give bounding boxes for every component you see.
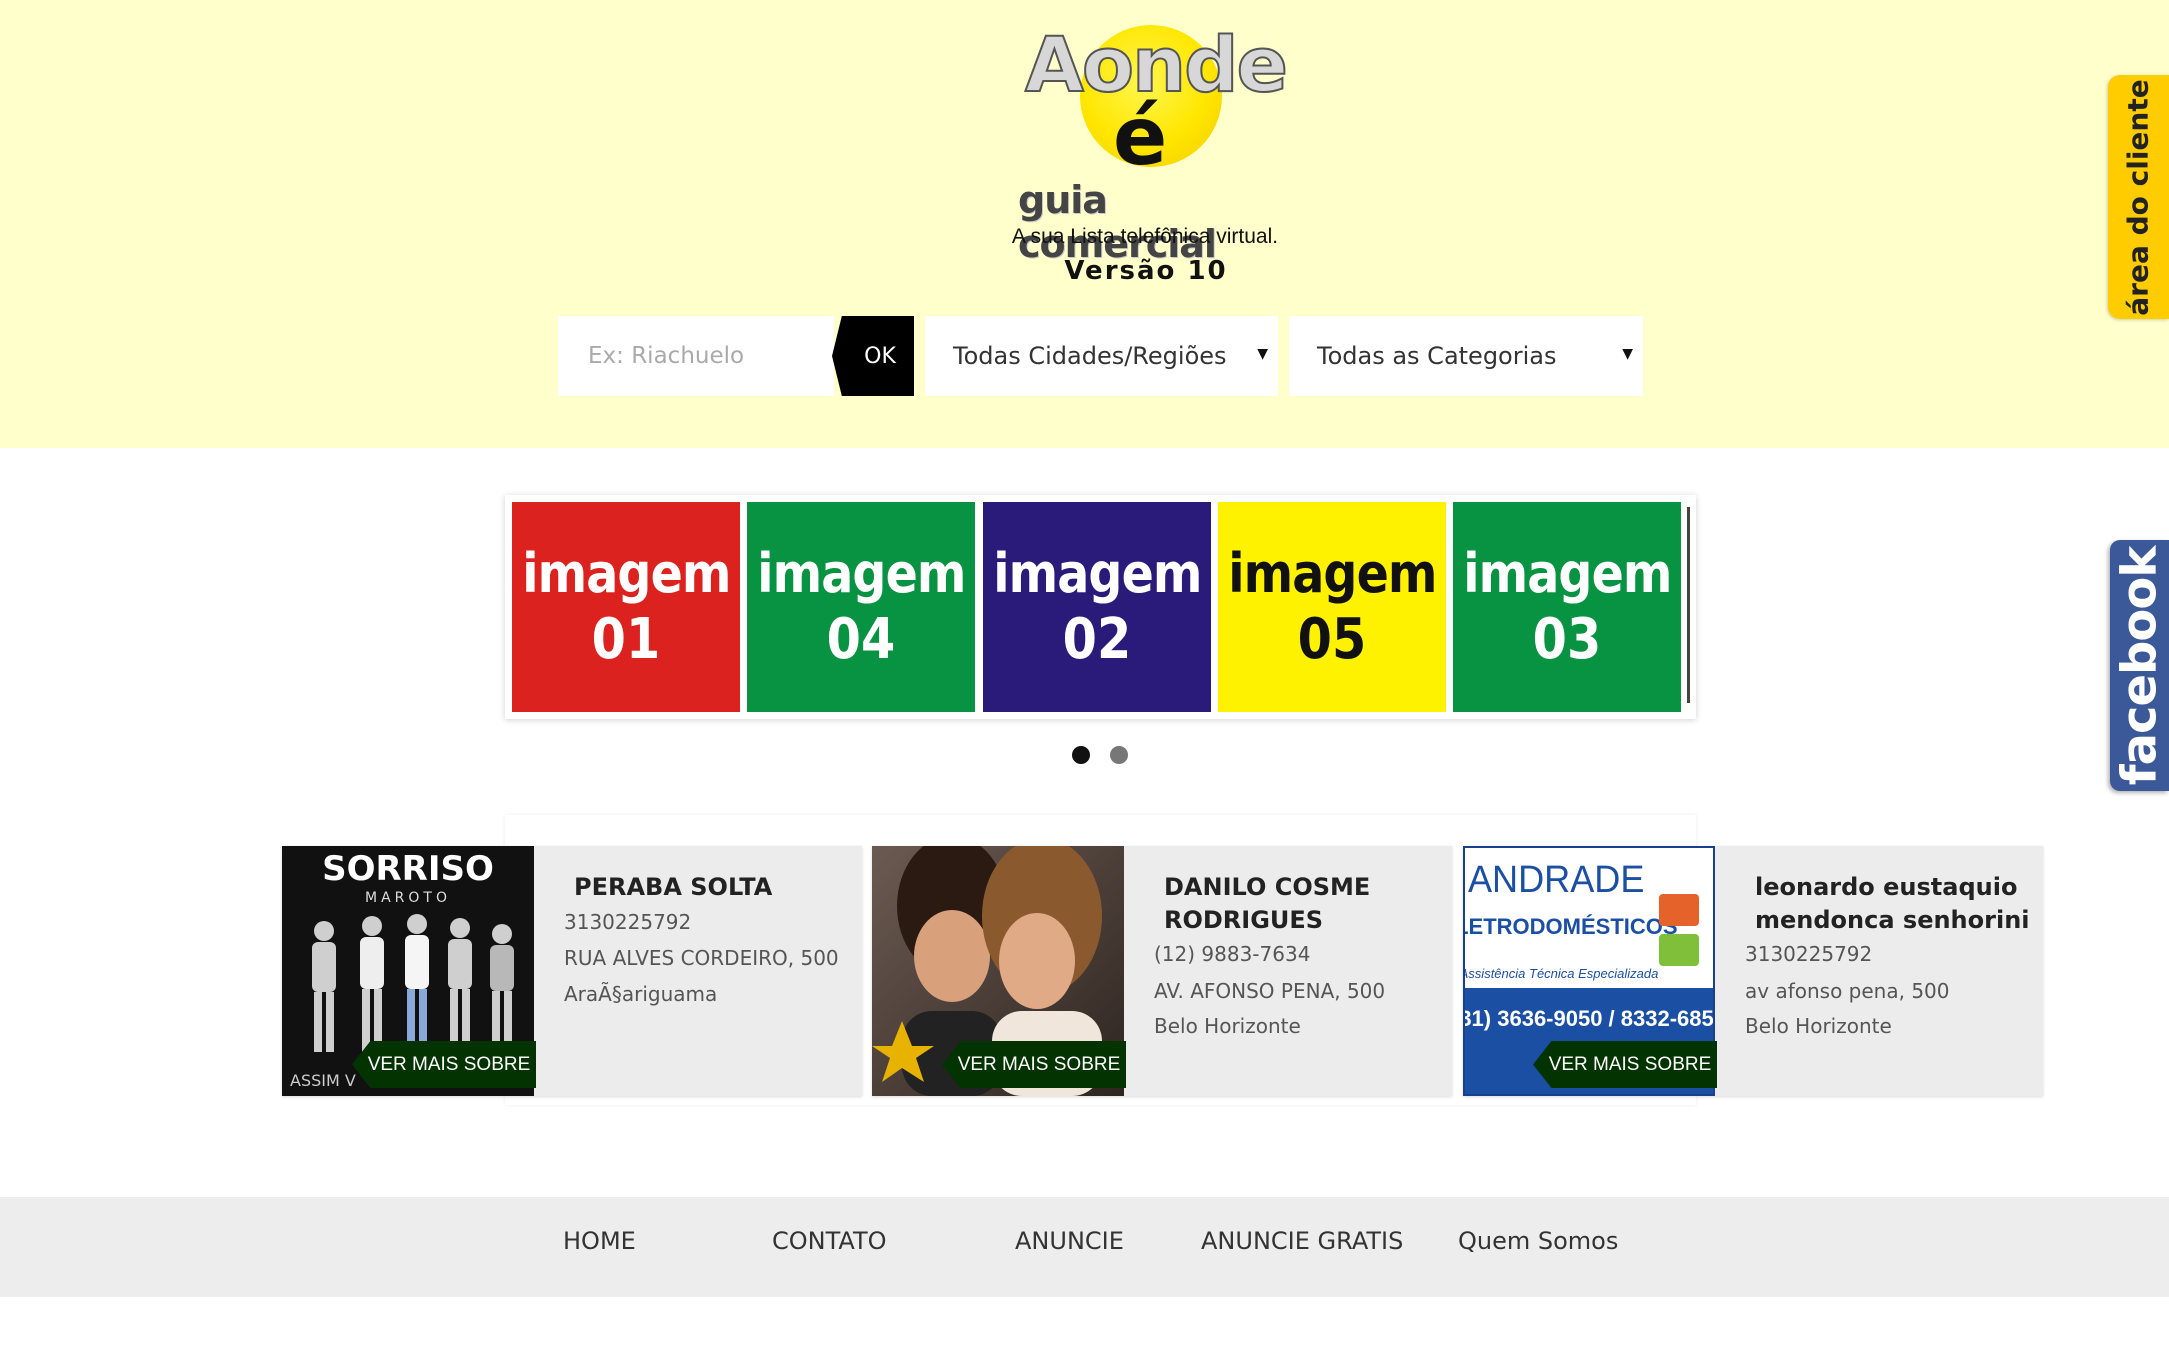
image-caption: Assistência Técnica Especializada — [1465, 966, 1658, 981]
listing-phone: 3130225792 — [564, 910, 692, 934]
logo-subtitle: guia comercial — [1018, 178, 1217, 266]
listing-address: av afonso pena, 500 — [1745, 979, 1950, 1003]
carousel-dot-2[interactable] — [1110, 746, 1128, 764]
logo-accent: é — [1113, 90, 1168, 183]
image-subtitle: ELETRODOMÉSTICOS — [1465, 914, 1678, 939]
tile-number: 02 — [1062, 607, 1132, 672]
tile-number: 03 — [1532, 607, 1602, 672]
carousel-tile-05[interactable]: imagem 05 — [1218, 502, 1446, 712]
tile-number: 04 — [826, 607, 896, 672]
listing-address: RUA ALVES CORDEIRO, 500 — [564, 946, 839, 970]
image-subtitle: MAROTO — [365, 890, 451, 906]
category-select[interactable]: Todas as Categorias ▼ — [1289, 316, 1643, 396]
listing-name[interactable]: PERABA SOLTA — [574, 871, 854, 904]
nav-contato[interactable]: CONTATO — [772, 1227, 887, 1255]
image-phone: (31) 3636-9050 / 8332-6852 — [1465, 1006, 1713, 1031]
carousel-tile-01[interactable]: imagem 01 — [512, 502, 740, 712]
search-ok-button[interactable]: OK — [832, 316, 914, 396]
header: Aonde é guia comercial A sua Lista telef… — [0, 0, 2169, 448]
search-ok-label: OK — [864, 343, 896, 369]
city-select-value: Todas Cidades/Regiões — [953, 342, 1227, 370]
tile-label: imagem — [756, 542, 966, 605]
listing-name[interactable]: DANILO COSME RODRIGUES — [1164, 871, 1444, 937]
carousel-scrollbar[interactable] — [1687, 507, 1690, 703]
image-caption: ASSIM V — [290, 1071, 356, 1090]
facebook-tab[interactable]: facebook — [2110, 540, 2169, 791]
nav-quem-somos[interactable]: Quem Somos — [1458, 1227, 1618, 1255]
listing-phone: (12) 9883-7634 — [1154, 942, 1311, 966]
ver-mais-button[interactable]: VER MAIS SOBRE — [352, 1041, 536, 1088]
listing-city: Belo Horizonte — [1745, 1014, 1892, 1038]
version-label: Versão 10 — [1064, 256, 1228, 286]
carousel-tile-03[interactable]: imagem 03 — [1453, 502, 1681, 712]
carousel-pagination — [1072, 746, 1128, 764]
carousel-tile-04[interactable]: imagem 04 — [747, 502, 975, 712]
client-area-tab[interactable]: área do cliente — [2108, 75, 2169, 319]
listing-phone: 3130225792 — [1745, 942, 1873, 966]
nav-home[interactable]: HOME — [563, 1227, 636, 1255]
listing-card[interactable]: ANDRADE ELETRODOMÉSTICOS Assistência Téc… — [1463, 846, 2043, 1096]
tile-label: imagem — [521, 542, 731, 605]
site-logo[interactable]: Aonde é guia comercial — [1010, 19, 1290, 266]
search-input[interactable] — [558, 316, 834, 396]
category-select-value: Todas as Categorias — [1317, 342, 1557, 370]
tile-number: 05 — [1297, 607, 1367, 672]
listing-card[interactable]: SORRISO MAROTO ASSIM V VER MAIS SOBRE PE… — [282, 846, 862, 1096]
listing-address: AV. AFONSO PENA, 500 — [1154, 979, 1386, 1003]
facebook-label: facebook — [2111, 546, 2168, 785]
ver-mais-button[interactable]: VER MAIS SOBRE — [1533, 1041, 1717, 1088]
listing-city: AraÃ§ariguama — [564, 982, 718, 1006]
ver-mais-button[interactable]: VER MAIS SOBRE — [942, 1041, 1126, 1088]
listing-card[interactable]: VER MAIS SOBRE DANILO COSME RODRIGUES (1… — [872, 846, 1452, 1096]
tile-label: imagem — [1227, 542, 1437, 605]
nav-anuncie-gratis[interactable]: ANUNCIE GRATIS — [1201, 1227, 1403, 1255]
image-carousel: imagem 01 imagem 04 imagem 02 imagem 05 … — [505, 495, 1696, 719]
tile-number: 01 — [591, 607, 661, 672]
tile-label: imagem — [1462, 542, 1672, 605]
tile-label: imagem — [992, 542, 1202, 605]
chevron-down-icon: ▼ — [1257, 346, 1268, 362]
image-title: ANDRADE — [1468, 857, 1644, 900]
listing-city: Belo Horizonte — [1154, 1014, 1301, 1038]
client-area-label: área do cliente — [2122, 78, 2155, 316]
listing-name[interactable]: leonardo eustaquio mendonca senhorini — [1755, 871, 2035, 937]
nav-anuncie[interactable]: ANUNCIE — [1015, 1227, 1124, 1255]
city-select[interactable]: Todas Cidades/Regiões ▼ — [925, 316, 1278, 396]
tagline: A sua Lista telefônica virtual. — [1011, 225, 1279, 248]
carousel-dot-1[interactable] — [1072, 746, 1090, 764]
image-title: SORRISO — [322, 849, 494, 889]
chevron-down-icon: ▼ — [1622, 346, 1633, 362]
carousel-tile-02[interactable]: imagem 02 — [983, 502, 1211, 712]
